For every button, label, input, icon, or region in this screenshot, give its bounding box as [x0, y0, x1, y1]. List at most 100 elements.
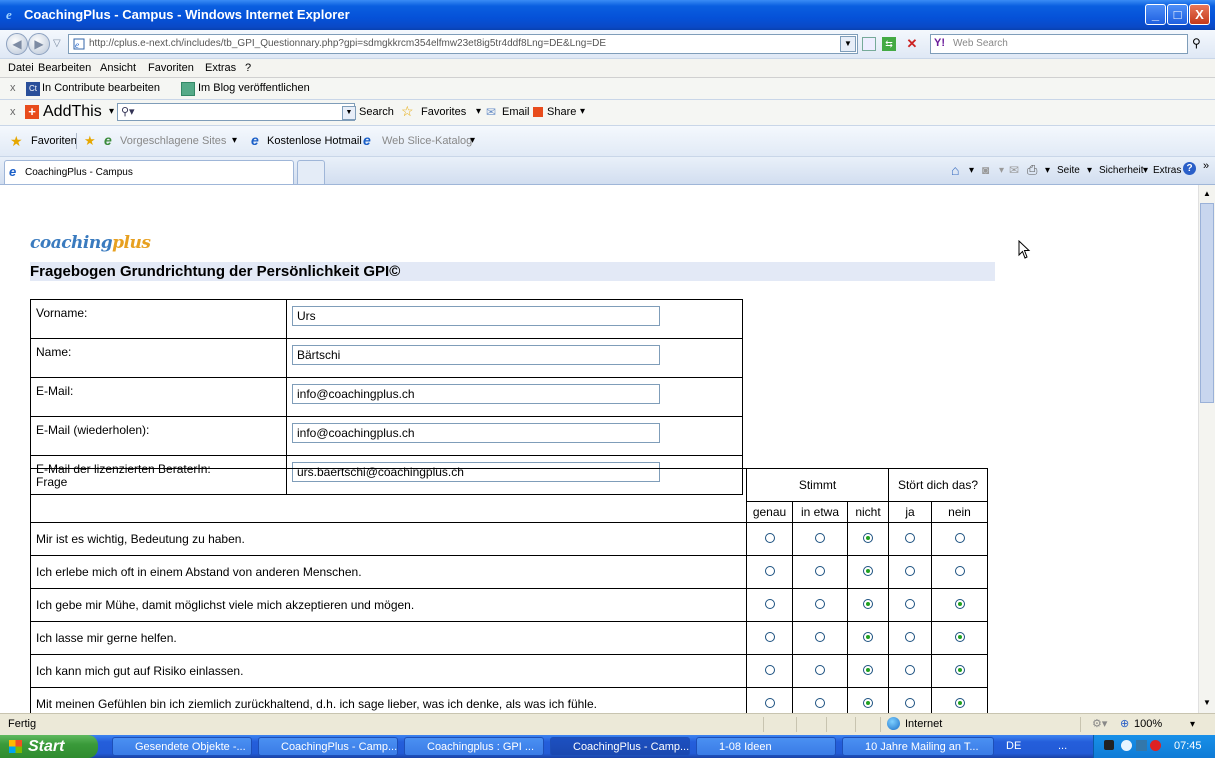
favorites-dropdown-icon[interactable]: ▾	[476, 106, 481, 117]
menu-datei[interactable]: Datei	[8, 62, 34, 74]
radio-genau[interactable]	[764, 566, 775, 576]
radio-in-etwa[interactable]	[815, 632, 825, 642]
menu-bearbeiten[interactable]: Bearbeiten	[38, 62, 91, 74]
radio-nein[interactable]	[954, 533, 965, 543]
zoom-dropdown-icon[interactable]: ▾	[1190, 719, 1195, 730]
addthis-search-input[interactable]: ⚲▾	[117, 103, 355, 121]
form-input[interactable]: info@coachingplus.ch	[292, 384, 660, 404]
addthis-brand[interactable]: AddThis	[43, 103, 102, 121]
menu-extras[interactable]: Extras	[205, 62, 236, 74]
radio-nein[interactable]	[954, 599, 965, 609]
stop-icon[interactable]: ✕	[905, 37, 919, 51]
monitor-icon[interactable]	[1136, 740, 1147, 751]
radio-nicht[interactable]	[863, 665, 873, 675]
task-mailing[interactable]: 10 Jahre Mailing an T...	[842, 737, 994, 756]
back-button[interactable]: ◀	[6, 33, 28, 55]
close-toolbar-icon[interactable]: x	[10, 82, 16, 94]
addthis-email-button[interactable]: Email	[502, 106, 530, 118]
suggested-dropdown-icon[interactable]: ▾	[232, 135, 237, 146]
home-icon[interactable]: ⌂	[951, 162, 959, 178]
radio-ja[interactable]	[905, 665, 915, 675]
radio-in-etwa[interactable]	[815, 533, 825, 543]
forward-button[interactable]: ▶	[28, 33, 50, 55]
addthis-dropdown-icon[interactable]: ▾	[109, 106, 114, 117]
home-dropdown-icon[interactable]: ▾	[969, 165, 974, 176]
vertical-scrollbar[interactable]: ▲ ▼	[1198, 185, 1215, 713]
search-dropdown-icon[interactable]: ▼	[342, 106, 356, 120]
scroll-down-arrow-icon[interactable]: ▼	[1200, 695, 1214, 711]
maximize-button[interactable]: □	[1167, 4, 1188, 25]
radio-nein[interactable]	[954, 698, 965, 708]
start-button[interactable]: Start	[0, 735, 98, 758]
zoom-level[interactable]: 100%	[1134, 718, 1162, 730]
radio-ja[interactable]	[905, 566, 915, 576]
radio-genau[interactable]	[764, 698, 775, 708]
bluetooth-icon[interactable]	[1121, 740, 1132, 751]
language-indicator[interactable]: DE	[1006, 740, 1021, 752]
sicherheit-dropdown-icon[interactable]: ▾	[1143, 165, 1148, 176]
add-favorite-icon[interactable]: ★	[84, 133, 96, 149]
radio-nein[interactable]	[954, 566, 965, 576]
seite-dropdown-icon[interactable]: ▾	[1087, 165, 1092, 176]
addthis-search-button[interactable]: Search	[359, 106, 394, 118]
chevron-more-icon[interactable]: »	[1203, 160, 1209, 172]
radio-ja[interactable]	[905, 632, 915, 642]
menu-ansicht[interactable]: Ansicht	[100, 62, 136, 74]
blog-publish-button[interactable]: Im Blog veröffentlichen	[198, 82, 310, 94]
close-button[interactable]: X	[1189, 4, 1210, 25]
new-tab-button[interactable]	[297, 160, 325, 184]
mail-icon[interactable]: ✉	[1009, 163, 1019, 177]
radio-in-etwa[interactable]	[815, 698, 825, 708]
sicherheit-menu[interactable]: Sicherheit	[1099, 165, 1143, 176]
compat-view-icon[interactable]	[862, 37, 876, 51]
print-icon[interactable]: ⎙	[1027, 162, 1037, 178]
radio-nein[interactable]	[954, 665, 965, 675]
rss-dropdown-icon[interactable]: ▾	[999, 165, 1004, 176]
task-ideen[interactable]: 1-08 Ideen	[696, 737, 836, 756]
nav-dropdown-icon[interactable]: ▽	[53, 38, 61, 49]
addthis-favorites-button[interactable]: Favorites	[421, 106, 466, 118]
security-icon[interactable]	[1150, 740, 1161, 751]
addthis-share-button[interactable]: Share	[547, 106, 576, 118]
scroll-up-arrow-icon[interactable]: ▲	[1200, 186, 1214, 202]
share-dropdown-icon[interactable]: ▾	[580, 106, 585, 117]
scroll-thumb[interactable]	[1200, 203, 1214, 403]
search-icon[interactable]: ⚲	[1192, 36, 1210, 52]
radio-in-etwa[interactable]	[815, 566, 825, 576]
radio-in-etwa[interactable]	[815, 599, 825, 609]
radio-genau[interactable]	[764, 599, 775, 609]
radio-ja[interactable]	[905, 533, 915, 543]
radio-genau[interactable]	[764, 632, 775, 642]
radio-genau[interactable]	[764, 665, 775, 675]
web-search-input[interactable]: Y! Web Search	[930, 34, 1188, 54]
radio-nicht[interactable]	[863, 533, 873, 543]
minimize-button[interactable]: _	[1145, 4, 1166, 25]
suggested-sites-link[interactable]: Vorgeschlagene Sites	[120, 135, 226, 147]
radio-nicht[interactable]	[863, 566, 873, 576]
radio-nicht[interactable]	[863, 698, 873, 708]
zoom-icon[interactable]: ⊕	[1120, 717, 1129, 730]
task-gesendete[interactable]: Gesendete Objekte -...	[112, 737, 252, 756]
tray-overflow[interactable]: ...	[1058, 740, 1067, 752]
network-icon[interactable]	[1104, 740, 1114, 750]
refresh-icon[interactable]: ⇆	[882, 37, 896, 51]
close-toolbar-icon[interactable]: x	[10, 106, 16, 118]
extras-menu[interactable]: Extras	[1153, 165, 1181, 176]
form-input[interactable]: info@coachingplus.ch	[292, 423, 660, 443]
seite-menu[interactable]: Seite	[1057, 165, 1080, 176]
help-icon[interactable]: ?	[1183, 162, 1196, 175]
radio-nicht[interactable]	[863, 599, 873, 609]
address-input[interactable]: e http://cplus.e-next.ch/includes/tb_GPI…	[68, 34, 858, 54]
print-dropdown-icon[interactable]: ▾	[1045, 165, 1050, 176]
radio-in-etwa[interactable]	[815, 665, 825, 675]
webslice-dropdown-icon[interactable]: ▾	[470, 135, 475, 146]
radio-nicht[interactable]	[863, 632, 873, 642]
contribute-edit-button[interactable]: In Contribute bearbeiten	[42, 82, 160, 94]
form-input[interactable]: Urs	[292, 306, 660, 326]
radio-genau[interactable]	[764, 533, 775, 543]
task-coachingplus-1[interactable]: CoachingPlus - Camp...	[258, 737, 398, 756]
radio-nein[interactable]	[954, 632, 965, 642]
protected-mode-icon[interactable]: ⚙▾	[1092, 717, 1107, 730]
rss-icon[interactable]: ◙	[982, 163, 989, 177]
radio-ja[interactable]	[905, 698, 915, 708]
